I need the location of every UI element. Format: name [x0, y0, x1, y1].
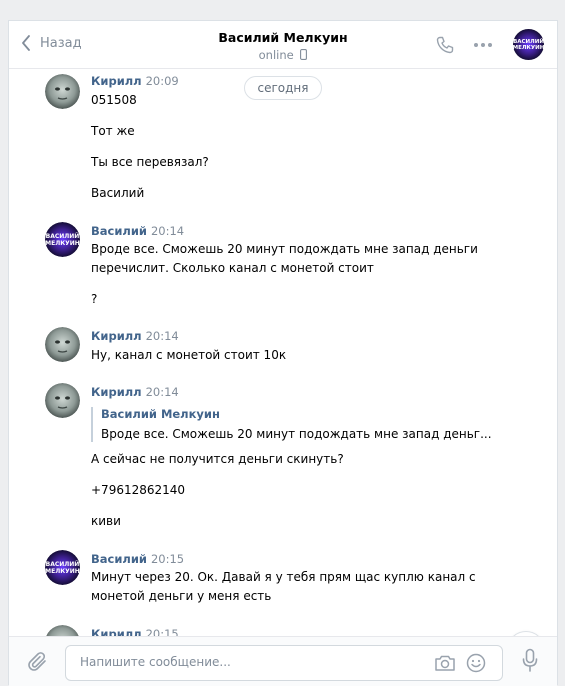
- message-input-box[interactable]: [65, 645, 503, 681]
- message-text: Ну, канал с монетой стоит 10к: [91, 348, 287, 362]
- message-text: 051508: [91, 93, 137, 107]
- camera-icon[interactable]: [434, 654, 456, 672]
- reply-author: Василий Мелкуин: [101, 407, 220, 421]
- svg-text:МЕЛКУИН: МЕЛКУИН: [513, 45, 544, 51]
- date-divider: сегодня: [244, 76, 322, 100]
- avatar[interactable]: [45, 74, 80, 109]
- status-text: online: [258, 48, 294, 62]
- message-composer: [9, 636, 557, 686]
- message-input[interactable]: [78, 654, 422, 670]
- avatar[interactable]: [45, 625, 80, 636]
- svg-text:ВАСИЛИЙ: ВАСИЛИЙ: [46, 560, 80, 568]
- message-time: 20:14: [145, 329, 179, 343]
- avatar[interactable]: ВАСИЛИЙ МЕЛКУИН: [45, 550, 80, 585]
- avatar[interactable]: [45, 327, 80, 362]
- message-author[interactable]: Кирилл 20:14: [91, 329, 179, 343]
- message-time: 20:15: [145, 627, 179, 636]
- message-text: киви: [91, 514, 121, 528]
- message-time: 20:14: [145, 385, 179, 399]
- chat-panel: Назад Василий Мелкуин online ВАСИЛИЙ МЕЛ…: [8, 20, 558, 686]
- smile-icon[interactable]: [466, 653, 486, 673]
- message-text: Тот же: [91, 124, 135, 138]
- message-text: ?: [91, 292, 98, 306]
- reply-text: Вроде все. Сможешь 20 минут подождать мн…: [101, 427, 492, 441]
- chat-status: online: [9, 48, 557, 62]
- message-author[interactable]: Кирилл 20:14: [91, 385, 179, 399]
- paperclip-icon[interactable]: [26, 650, 50, 674]
- message-author[interactable]: Василий 20:15: [91, 552, 184, 566]
- svg-text:ВАСИЛИЙ: ВАСИЛИЙ: [46, 232, 80, 240]
- message-author[interactable]: Василий 20:14: [91, 224, 184, 238]
- message-text: монетой деньги у меня есть: [91, 589, 272, 603]
- message-text: перечислит. Сколько канал с монетой стои…: [91, 261, 374, 275]
- message-time: 20:09: [145, 74, 179, 88]
- message-text: Вроде все. Сможешь 20 минут подождать мн…: [91, 242, 478, 256]
- message-time: 20:14: [150, 224, 185, 238]
- avatar[interactable]: [45, 383, 80, 418]
- message-author[interactable]: Кирилл 20:09: [91, 74, 179, 88]
- avatar[interactable]: ВАСИЛИЙ МЕЛКУИН: [45, 222, 80, 257]
- mobile-icon: [300, 49, 308, 60]
- message-text: Василий: [91, 186, 145, 200]
- microphone-icon[interactable]: [521, 648, 539, 674]
- forwarded-reply[interactable]: Василий Мелкуин Вроде все. Сможешь 20 ми…: [91, 407, 492, 442]
- svg-text:ВАСИЛИЙ: ВАСИЛИЙ: [513, 37, 544, 45]
- message-time: 20:15: [150, 552, 185, 566]
- more-dots-icon[interactable]: [473, 42, 493, 48]
- contact-avatar[interactable]: ВАСИЛИЙ МЕЛКУИН: [513, 29, 544, 60]
- svg-text:МЕЛКУИН: МЕЛКУИН: [45, 568, 80, 575]
- message-text: Ты все перевязал?: [91, 155, 209, 169]
- svg-text:МЕЛКУИН: МЕЛКУИН: [45, 240, 80, 247]
- message-text: +79612862140: [91, 483, 186, 497]
- message-author[interactable]: Кирилл 20:15: [91, 627, 179, 636]
- chat-header: Назад Василий Мелкуин online ВАСИЛИЙ МЕЛ…: [9, 21, 557, 69]
- phone-icon[interactable]: [435, 35, 455, 55]
- message-text: А сейчас не получится деньги скинуть?: [91, 452, 344, 466]
- message-history[interactable]: сегодня Кирилл 20:09 051508 Тот же Ты все…: [9, 70, 557, 636]
- message-text: Минут через 20. Ок. Давай я у тебя прям …: [91, 570, 476, 584]
